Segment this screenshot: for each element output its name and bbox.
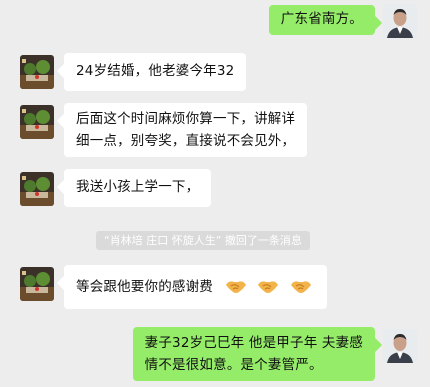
landscape-avatar-icon bbox=[20, 172, 54, 206]
avatar-self[interactable] bbox=[383, 4, 417, 38]
message-text: 广东省南方。 bbox=[280, 11, 363, 27]
message-text: 24岁结婚，他老婆今年32 bbox=[76, 63, 235, 79]
avatar-contact[interactable] bbox=[20, 105, 54, 139]
message-line: 妻子32岁己巳年 他是甲子年 夫妻感 bbox=[144, 335, 363, 351]
person-avatar-icon bbox=[383, 329, 417, 363]
avatar-self[interactable] bbox=[383, 329, 417, 363]
message-bubble-contact[interactable]: 后面这个时间麻烦你算一下，讲解详 细一点，别夸奖，直接说不会见外， bbox=[64, 103, 308, 157]
handshake-icon bbox=[258, 281, 278, 293]
emoji-row bbox=[222, 275, 315, 298]
avatar-contact[interactable] bbox=[20, 172, 54, 206]
handshake-icon bbox=[290, 281, 311, 293]
message-line: 后面这个时间麻烦你算一下，讲解详 bbox=[76, 111, 296, 127]
recall-notice: “肖林培 庄口 怀旋人生” 撤回了一条消息 bbox=[96, 231, 310, 250]
landscape-avatar-icon bbox=[20, 55, 54, 89]
message-line: 情不是很如意。是个妻管严。 bbox=[144, 357, 323, 373]
message-bubble-contact[interactable]: 等会跟他要你的感谢费 bbox=[64, 265, 327, 309]
message-text: 等会跟他要你的感谢费 bbox=[76, 278, 213, 295]
message-bubble-contact[interactable]: 我送小孩上学一下， bbox=[64, 169, 212, 207]
message-bubble-self[interactable]: 广东省南方。 bbox=[268, 5, 375, 35]
handshake-icon bbox=[225, 281, 246, 293]
landscape-avatar-icon bbox=[20, 267, 54, 301]
avatar-contact[interactable] bbox=[20, 267, 54, 301]
message-bubble-contact[interactable]: 24岁结婚，他老婆今年32 bbox=[64, 53, 247, 91]
landscape-avatar-icon bbox=[20, 105, 54, 139]
avatar-contact[interactable] bbox=[20, 55, 54, 89]
person-avatar-icon bbox=[383, 4, 417, 38]
message-line: 细一点，别夸奖，直接说不会见外， bbox=[76, 133, 296, 149]
message-bubble-self[interactable]: 妻子32岁己巳年 他是甲子年 夫妻感 情不是很如意。是个妻管严。 bbox=[132, 327, 375, 381]
message-text: 我送小孩上学一下， bbox=[76, 179, 200, 195]
